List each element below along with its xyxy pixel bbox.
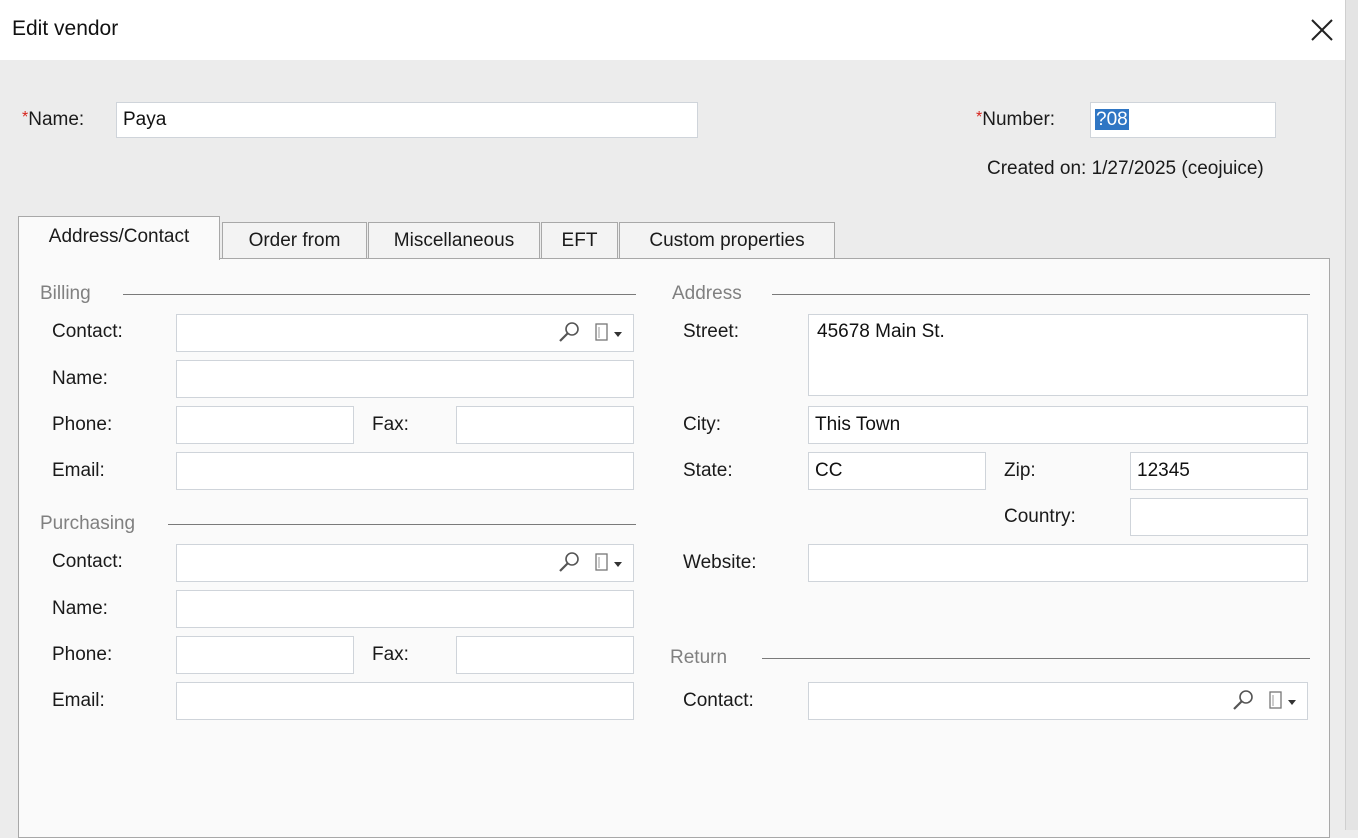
billing-name-input[interactable] xyxy=(176,360,634,398)
billing-email-input[interactable] xyxy=(176,452,634,490)
close-icon xyxy=(1311,19,1333,41)
billing-name-label: Name: xyxy=(52,368,108,389)
billing-phone-label: Phone: xyxy=(52,414,113,435)
billing-separator xyxy=(123,294,636,295)
vendor-name-input[interactable] xyxy=(116,102,698,138)
window-title: Edit vendor xyxy=(12,17,119,40)
zip-input[interactable] xyxy=(1130,452,1308,490)
return-heading: Return xyxy=(670,647,728,668)
number-label: *Number: xyxy=(976,109,1055,131)
billing-heading: Billing xyxy=(40,283,91,304)
created-label: Created on: xyxy=(987,158,1087,179)
billing-contact-label: Contact: xyxy=(52,321,123,342)
address-heading: Address xyxy=(672,283,742,304)
tab-custom-properties[interactable]: Custom properties xyxy=(619,222,835,258)
state-label: State: xyxy=(683,460,733,481)
city-input[interactable] xyxy=(808,406,1308,444)
billing-phone-input[interactable] xyxy=(176,406,354,444)
purchasing-name-label: Name: xyxy=(52,598,108,619)
search-icon[interactable] xyxy=(559,322,579,342)
chevron-down-icon[interactable] xyxy=(614,562,622,567)
number-selection: ?08 xyxy=(1095,109,1129,130)
purchasing-email-label: Email: xyxy=(52,690,105,711)
tab-address-contact[interactable]: Address/Contact xyxy=(18,216,220,260)
street-input[interactable]: 45678 Main St. xyxy=(808,314,1308,396)
contact-card-icon[interactable] xyxy=(595,553,608,571)
search-icon[interactable] xyxy=(1233,690,1253,710)
name-label: *Name: xyxy=(22,109,84,131)
purchasing-name-input[interactable] xyxy=(176,590,634,628)
purchasing-fax-input[interactable] xyxy=(456,636,634,674)
zip-label: Zip: xyxy=(1004,460,1036,481)
website-label: Website: xyxy=(683,552,757,573)
state-input[interactable] xyxy=(808,452,986,490)
address-separator xyxy=(772,294,1310,295)
created-on-text: Created on: 1/27/2025 (ceojuice) xyxy=(987,158,1264,180)
background-window-edge xyxy=(1345,0,1358,830)
purchasing-heading: Purchasing xyxy=(40,513,136,534)
return-separator xyxy=(762,658,1310,659)
billing-fax-input[interactable] xyxy=(456,406,634,444)
tab-eft[interactable]: EFT xyxy=(541,222,618,258)
chevron-down-icon[interactable] xyxy=(614,332,622,337)
name-label-text: Name: xyxy=(28,109,85,130)
number-label-text: Number: xyxy=(982,109,1056,130)
billing-fax-label: Fax: xyxy=(372,414,409,435)
title-bar xyxy=(0,0,1345,60)
city-label: City: xyxy=(683,414,721,435)
billing-email-label: Email: xyxy=(52,460,105,481)
country-input[interactable] xyxy=(1130,498,1308,536)
purchasing-contact-label: Contact: xyxy=(52,551,123,572)
purchasing-phone-input[interactable] xyxy=(176,636,354,674)
purchasing-separator xyxy=(168,524,636,525)
purchasing-email-input[interactable] xyxy=(176,682,634,720)
street-label: Street: xyxy=(683,321,739,342)
country-label: Country: xyxy=(1004,506,1076,527)
purchasing-phone-label: Phone: xyxy=(52,644,113,665)
created-value: 1/27/2025 (ceojuice) xyxy=(1091,158,1264,179)
website-input[interactable] xyxy=(808,544,1308,582)
contact-card-icon[interactable] xyxy=(595,323,608,341)
contact-card-icon[interactable] xyxy=(1269,691,1282,709)
tab-miscellaneous[interactable]: Miscellaneous xyxy=(368,222,540,258)
purchasing-fax-label: Fax: xyxy=(372,644,409,665)
tab-order-from[interactable]: Order from xyxy=(222,222,367,258)
purchasing-contact-picker xyxy=(556,546,636,580)
chevron-down-icon[interactable] xyxy=(1288,700,1296,705)
return-contact-label: Contact: xyxy=(683,690,754,711)
search-icon[interactable] xyxy=(559,552,579,572)
billing-contact-picker xyxy=(556,316,636,350)
vendor-number-input[interactable]: ?08 xyxy=(1090,102,1276,138)
return-contact-picker xyxy=(1230,684,1310,718)
close-button[interactable] xyxy=(1306,14,1338,46)
